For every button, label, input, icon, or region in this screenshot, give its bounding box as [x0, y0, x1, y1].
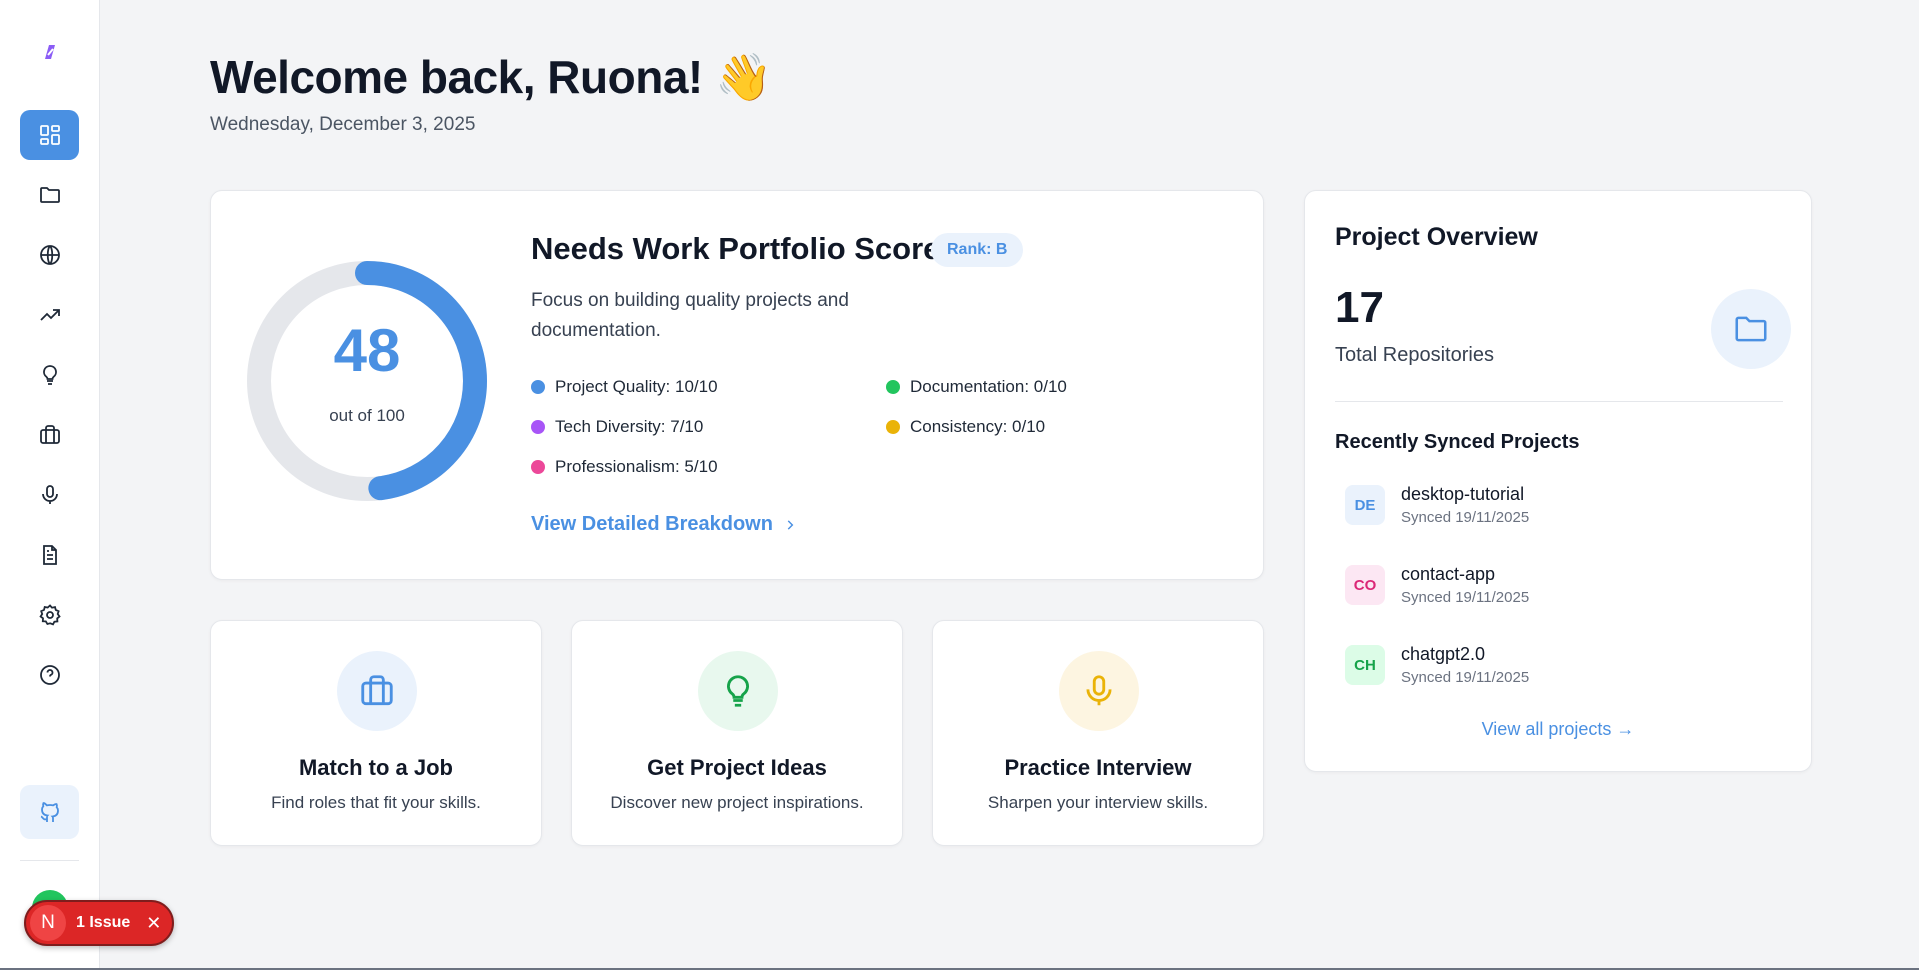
folder-icon [39, 187, 60, 203]
nav-settings[interactable] [20, 590, 79, 640]
score-description: Focus on building quality projects and d… [531, 290, 849, 341]
rank-badge: Rank: B [931, 233, 1024, 267]
github-sync-button[interactable] [20, 785, 79, 839]
nav-portfolio-site[interactable] [20, 230, 79, 280]
github-icon [40, 802, 59, 822]
project-overview-card: Project Overview 17 Total Repositories R… [1304, 190, 1812, 772]
metric-dot [886, 380, 900, 394]
briefcase-icon [39, 425, 60, 444]
repo-count: 17 [1335, 283, 1384, 332]
overview-folder-wrap [1711, 289, 1791, 369]
score-out-of: out of 100 [329, 406, 405, 425]
action-title: Match to a Job [298, 755, 453, 780]
document-icon [42, 545, 57, 565]
project-ideas-icon-wrap [698, 651, 778, 731]
project-name: chatgpt2.0 [1401, 644, 1486, 664]
list-item[interactable]: CH chatgpt2.0 Synced 19/11/2025 [1345, 644, 1745, 687]
metric-dot [531, 460, 545, 474]
action-subtitle: Discover new project inspirations. [610, 793, 864, 812]
folder-icon [1735, 316, 1767, 342]
action-subtitle: Sharpen your interview skills. [987, 793, 1209, 812]
issues-indicator[interactable]: N 1 Issue ✕ [24, 900, 174, 946]
metric-project-quality: Project Quality: 10/10 [531, 377, 718, 397]
nav-help[interactable] [20, 650, 79, 700]
issue-count-label: 1 Issue [76, 914, 131, 931]
lightbulb-icon [727, 675, 749, 707]
sidebar-divider [20, 860, 79, 861]
project-synced-date: Synced 19/11/2025 [1401, 669, 1530, 686]
nav-ideas[interactable] [20, 350, 79, 400]
metric-dot [886, 420, 900, 434]
nav-interview[interactable] [20, 470, 79, 520]
sidebar [0, 0, 100, 970]
trending-up-icon [39, 309, 60, 321]
app-logo[interactable] [38, 40, 62, 64]
project-synced-date: Synced 19/11/2025 [1401, 509, 1530, 526]
project-initials-badge: DE [1345, 485, 1385, 525]
metric-tech-diversity: Tech Diversity: 7/10 [531, 417, 703, 437]
list-item[interactable]: CO contact-app Synced 19/11/2025 [1345, 564, 1745, 607]
gear-icon [38, 604, 61, 626]
microphone-icon [41, 485, 58, 504]
portfolio-score-card: 48 out of 100 Needs Work Portfolio Score… [210, 190, 1264, 580]
lightbulb-icon [42, 365, 57, 385]
repo-count-label: Total Repositories [1335, 344, 1494, 366]
close-icon[interactable]: ✕ [146, 913, 161, 934]
metric-dot [531, 380, 545, 394]
action-title: Practice Interview [1004, 755, 1192, 780]
practice-interview-card[interactable]: Practice Interview Sharpen your intervie… [932, 620, 1264, 846]
metric-dot [531, 420, 545, 434]
view-breakdown-link[interactable]: View Detailed Breakdown [531, 513, 797, 536]
chevron-right-icon [787, 519, 794, 530]
nav-projects[interactable] [20, 170, 79, 220]
practice-interview-icon-wrap [1059, 651, 1139, 731]
metric-documentation: Documentation: 0/10 [886, 377, 1067, 397]
score-title: Needs Work Portfolio Score! [531, 231, 951, 266]
metric-consistency: Consistency: 0/10 [886, 417, 1045, 437]
overview-divider [1335, 401, 1783, 402]
current-date: Wednesday, December 3, 2025 [210, 114, 476, 135]
issue-initial-badge: N [30, 905, 66, 941]
nav-resume[interactable] [20, 530, 79, 580]
dashboard-icon [39, 125, 60, 145]
recent-projects-title: Recently Synced Projects [1335, 431, 1580, 453]
project-synced-date: Synced 19/11/2025 [1401, 589, 1530, 606]
app-root: N 1 Issue ✕ Welcome back, Ruona! 👋 Wedne… [0, 0, 1919, 970]
action-title: Get Project Ideas [647, 755, 827, 780]
briefcase-icon [361, 675, 393, 706]
project-ideas-card[interactable]: Get Project Ideas Discover new project i… [571, 620, 903, 846]
metric-professionalism: Professionalism: 5/10 [531, 457, 718, 477]
help-icon [39, 665, 60, 685]
project-initials-badge: CH [1345, 645, 1385, 685]
project-name: desktop-tutorial [1401, 484, 1525, 504]
score-value: 48 [333, 317, 401, 384]
overview-title: Project Overview [1335, 223, 1538, 251]
globe-icon [39, 245, 60, 265]
view-all-projects-link[interactable]: View all projects → [1305, 719, 1811, 740]
list-item[interactable]: DE desktop-tutorial Synced 19/11/2025 [1345, 484, 1745, 527]
project-initials-badge: CO [1345, 565, 1385, 605]
nav-dashboard[interactable] [20, 110, 79, 160]
match-job-icon-wrap [337, 651, 417, 731]
match-job-card[interactable]: Match to a Job Find roles that fit your … [210, 620, 542, 846]
project-name: contact-app [1401, 564, 1496, 584]
action-subtitle: Find roles that fit your skills. [271, 793, 481, 812]
microphone-icon [1086, 675, 1112, 706]
page-title: Welcome back, Ruona! 👋 [210, 51, 772, 103]
nav-analytics[interactable] [20, 290, 79, 340]
nav-jobs[interactable] [20, 410, 79, 460]
